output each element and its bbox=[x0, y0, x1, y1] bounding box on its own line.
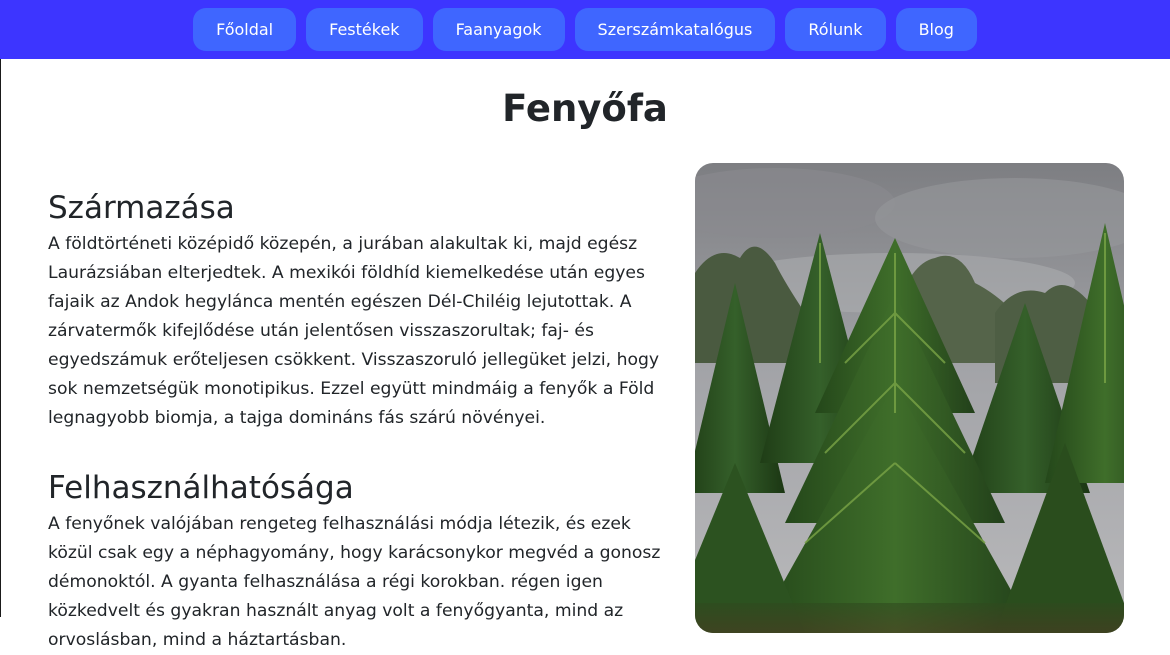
nav-item-rolunk[interactable]: Rólunk bbox=[785, 8, 886, 51]
section-paragraph: A földtörténeti középidő közepén, a jurá… bbox=[48, 234, 660, 428]
nav-item-blog[interactable]: Blog bbox=[895, 8, 977, 51]
section-origin: Származása A földtörténeti középidő köze… bbox=[48, 186, 668, 433]
nav-item-festekek[interactable]: Festékek bbox=[306, 8, 423, 51]
nav-item-szerszamkatalogus[interactable]: Szerszámkatalógus bbox=[574, 8, 776, 51]
page-title: Fenyőfa bbox=[502, 87, 668, 130]
nav-item-fooldal[interactable]: Főoldal bbox=[193, 8, 297, 51]
main-content: Származása A földtörténeti középidő köze… bbox=[48, 186, 668, 655]
fir-trees-photo bbox=[695, 163, 1124, 633]
section-heading: Származása bbox=[48, 190, 235, 226]
nav-item-faanyagok[interactable]: Faanyagok bbox=[432, 8, 565, 51]
top-navbar: Főoldal Festékek Faanyagok Szerszámkatal… bbox=[0, 0, 1170, 59]
section-usage: Felhasználhatósága A fenyőnek valójában … bbox=[48, 466, 668, 655]
page-left-border bbox=[0, 59, 1, 617]
section-paragraph: A fenyőnek valójában rengeteg felhasznál… bbox=[48, 514, 661, 650]
section-heading: Felhasználhatósága bbox=[48, 470, 354, 506]
